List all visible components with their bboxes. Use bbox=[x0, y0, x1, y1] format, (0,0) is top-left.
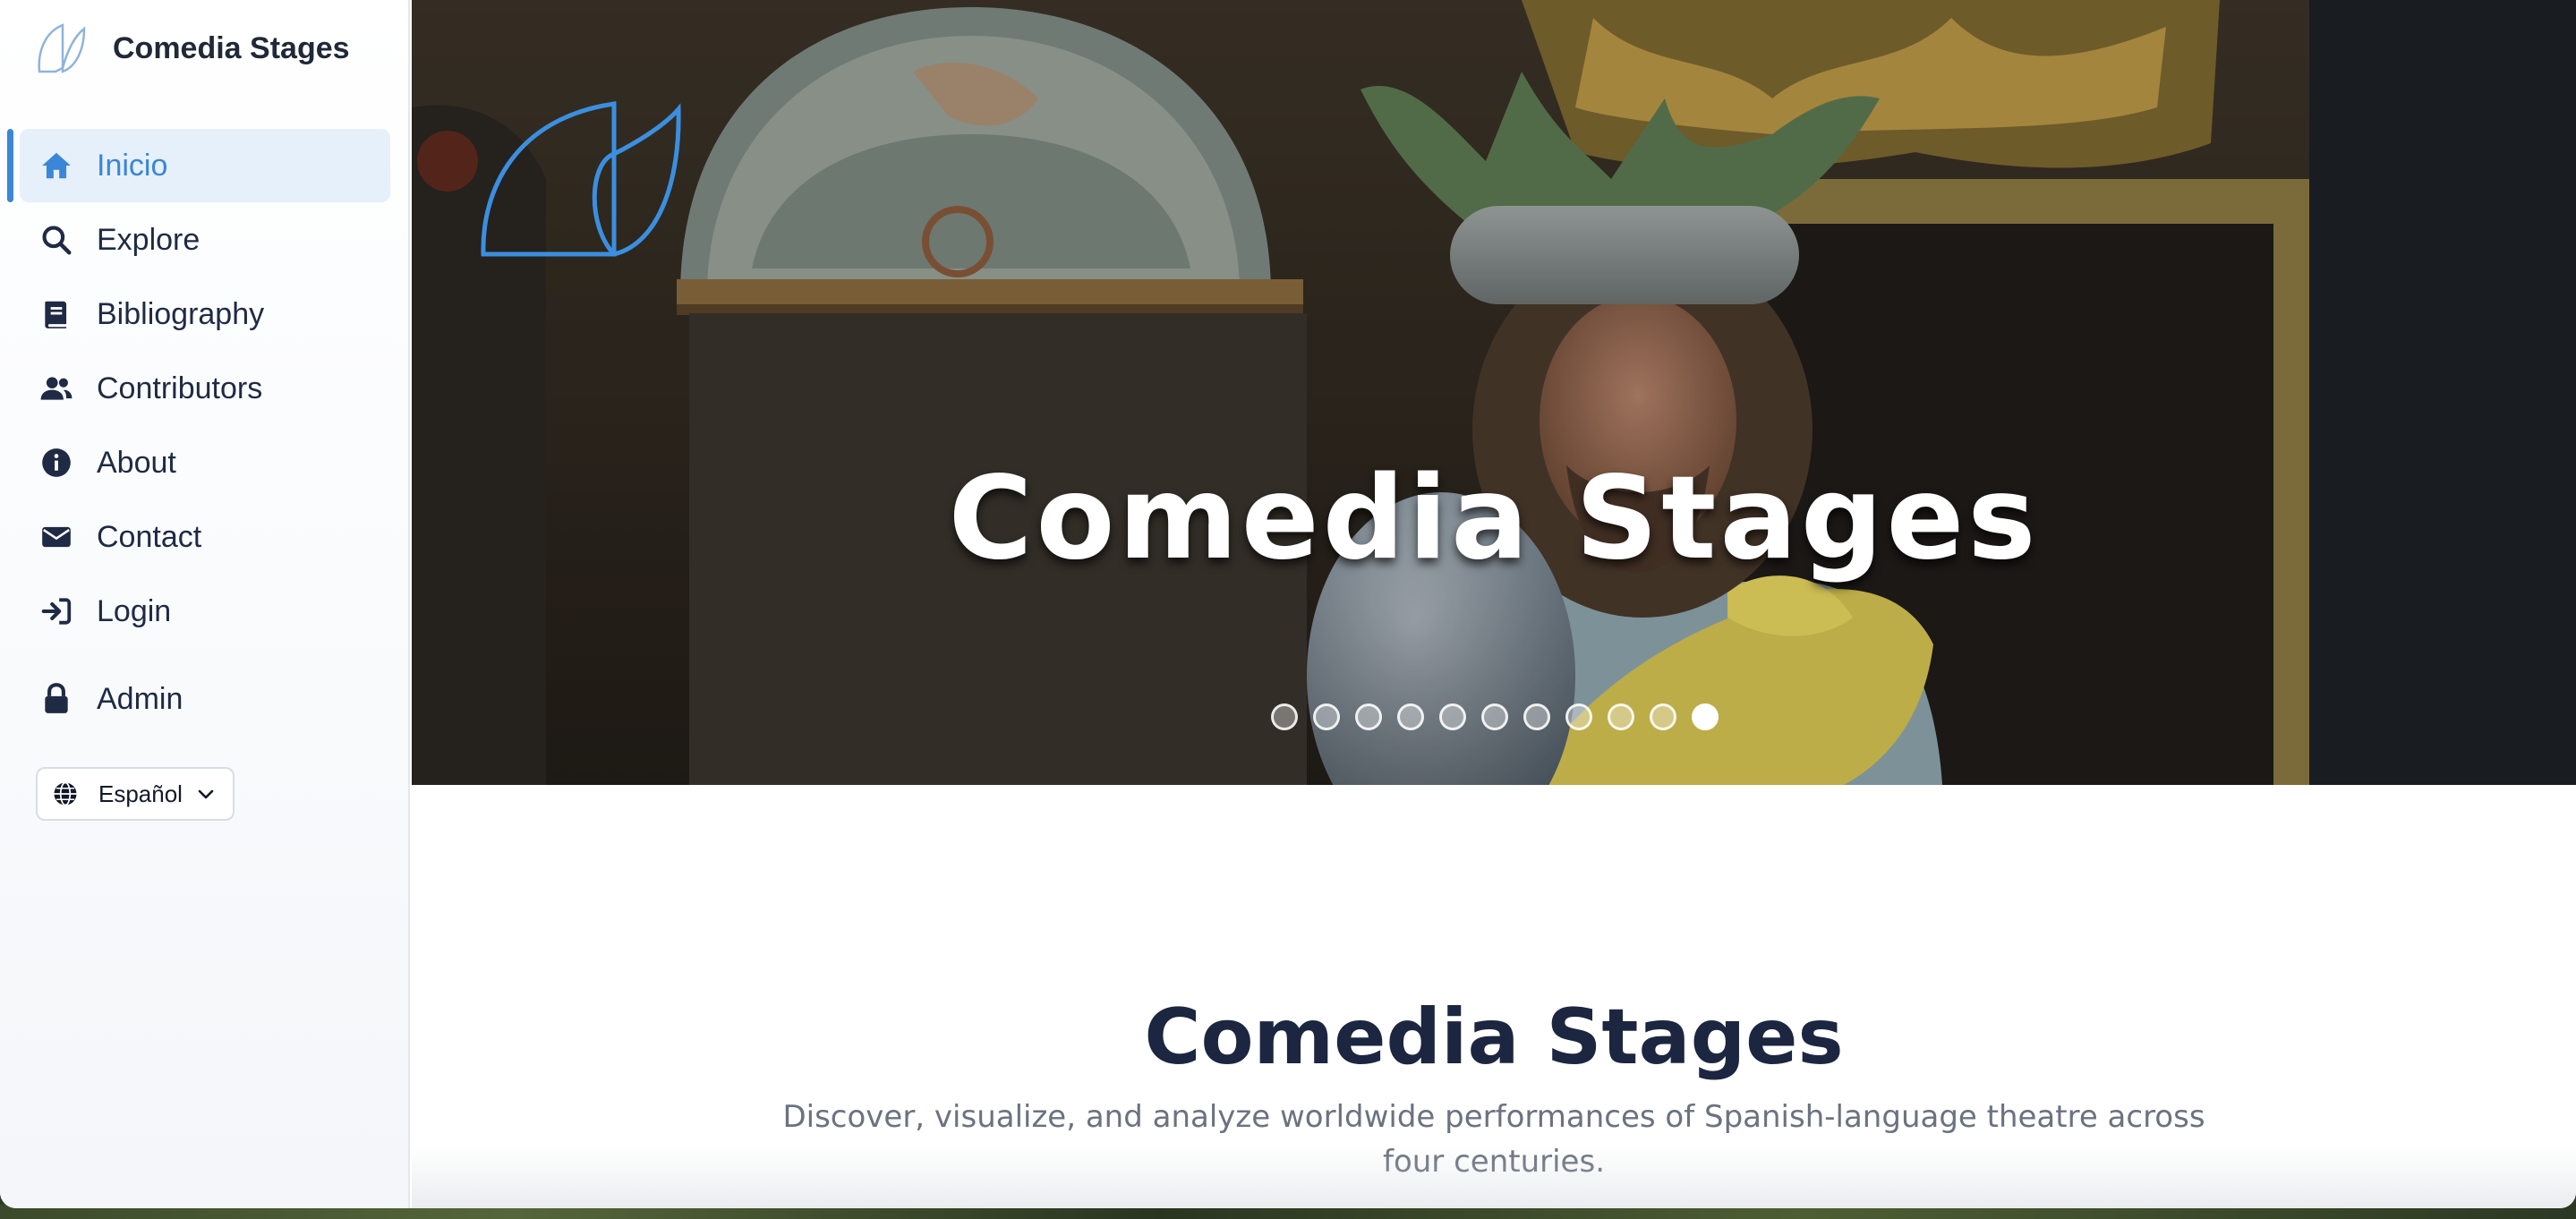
sidebar-item-inicio[interactable]: Inicio bbox=[7, 129, 390, 202]
info-icon bbox=[38, 444, 75, 482]
hero-slide-image bbox=[412, 0, 2576, 785]
sidebar-item-label: Contributors bbox=[97, 371, 263, 405]
carousel-dot-9[interactable] bbox=[1608, 703, 1634, 730]
sidebar-item-admin[interactable]: Admin bbox=[20, 662, 390, 736]
carousel-dot-1[interactable] bbox=[1271, 703, 1298, 730]
book-icon bbox=[38, 295, 75, 333]
sidebar-item-about[interactable]: About bbox=[20, 426, 390, 499]
brand-name: Comedia Stages bbox=[113, 30, 350, 65]
globe-icon bbox=[54, 781, 77, 806]
brand[interactable]: Comedia Stages bbox=[36, 21, 350, 75]
carousel-dot-8[interactable] bbox=[1565, 703, 1592, 730]
language-select-value: Español bbox=[98, 780, 183, 807]
intro-section: Comedia Stages Discover, visualize, and … bbox=[412, 785, 2576, 1208]
hero-title: Comedia Stages bbox=[948, 452, 2040, 585]
hero-logo-icon bbox=[481, 101, 681, 257]
carousel-dot-11[interactable] bbox=[1692, 703, 1719, 730]
sidebar-nav: Inicio Explore Bibliography Contributors bbox=[0, 129, 410, 737]
sidebar-item-contributors[interactable]: Contributors bbox=[20, 352, 390, 425]
sidebar-item-label: Admin bbox=[97, 681, 183, 716]
sidebar-item-label: Login bbox=[97, 593, 172, 628]
carousel-dot-5[interactable] bbox=[1439, 703, 1466, 730]
home-icon bbox=[38, 147, 75, 184]
carousel-dot-7[interactable] bbox=[1523, 703, 1550, 730]
users-icon bbox=[38, 370, 75, 407]
carousel-dot-3[interactable] bbox=[1355, 703, 1382, 730]
scroll-shadow bbox=[412, 1146, 2576, 1208]
envelope-icon bbox=[38, 518, 75, 556]
carousel-indicators bbox=[1271, 703, 1719, 730]
carousel-dot-2[interactable] bbox=[1313, 703, 1340, 730]
language-select[interactable]: Español bbox=[36, 767, 235, 821]
sidebar-item-label: About bbox=[97, 445, 176, 480]
page-title: Comedia Stages bbox=[1144, 993, 1844, 1082]
sidebar-item-login[interactable]: Login bbox=[20, 575, 390, 648]
browser-page: Comedia Stages Inicio Explore Bibliograp… bbox=[0, 0, 2576, 1208]
search-icon bbox=[38, 221, 75, 259]
sign-in-icon bbox=[38, 592, 75, 630]
sidebar-item-label: Explore bbox=[97, 222, 200, 257]
carousel-dot-6[interactable] bbox=[1481, 703, 1508, 730]
sidebar-item-label: Bibliography bbox=[97, 296, 265, 331]
chevron-down-icon bbox=[198, 789, 214, 799]
brand-logo-icon bbox=[38, 23, 86, 73]
sidebar-item-label: Contact bbox=[97, 519, 202, 554]
sidebar-item-bibliography[interactable]: Bibliography bbox=[20, 277, 390, 351]
lock-icon bbox=[38, 680, 75, 718]
sidebar-item-label: Inicio bbox=[97, 148, 168, 183]
sidebar: Comedia Stages Inicio Explore Bibliograp… bbox=[0, 0, 410, 1208]
sidebar-item-contact[interactable]: Contact bbox=[20, 500, 390, 574]
hero-carousel: Comedia Stages bbox=[412, 0, 2576, 785]
carousel-dot-4[interactable] bbox=[1397, 703, 1424, 730]
sidebar-item-explore[interactable]: Explore bbox=[20, 203, 390, 277]
carousel-dot-10[interactable] bbox=[1650, 703, 1676, 730]
